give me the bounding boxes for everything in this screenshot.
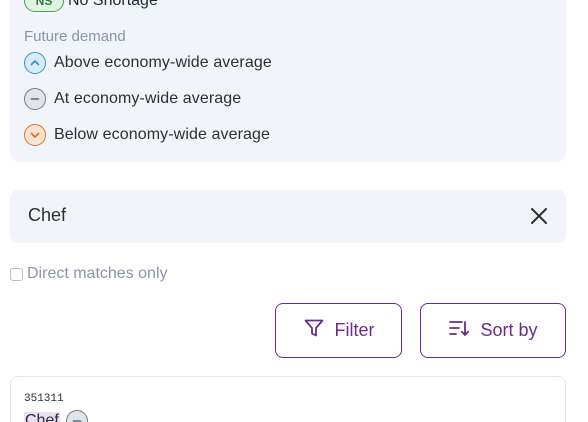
legend-item-label: At economy-wide average	[54, 90, 242, 107]
occupation-search-input[interactable]: Chef	[10, 190, 566, 243]
legend-item-label: Above economy-wide average	[54, 54, 272, 71]
legend-card: NS No Shortage Future demand Above econo…	[10, 0, 566, 162]
result-card[interactable]: 351311 Chef	[10, 376, 566, 422]
chevron-up-icon	[24, 52, 46, 74]
direct-matches-label[interactable]: Direct matches only	[27, 265, 168, 283]
filter-button[interactable]: Filter	[275, 303, 402, 358]
legend-item-below: Below economy-wide average	[24, 124, 270, 146]
minus-icon	[24, 88, 46, 110]
no-shortage-badge: NS	[24, 0, 64, 12]
no-shortage-label: No Shortage	[68, 0, 158, 9]
shortage-legend-row: NS No Shortage	[24, 0, 158, 12]
close-icon[interactable]	[526, 203, 552, 229]
occupation-code: 351311	[24, 393, 64, 405]
occupation-title[interactable]: Chef	[24, 412, 60, 422]
legend-item-label: Below economy-wide average	[54, 126, 271, 143]
sort-icon	[448, 317, 470, 344]
sort-button-label: Sort by	[480, 320, 538, 340]
future-demand-heading: Future demand	[24, 28, 126, 45]
minus-icon	[65, 410, 88, 422]
legend-item-above: Above economy-wide average	[24, 52, 272, 74]
occupation-search-panel: NS No Shortage Future demand Above econo…	[0, 0, 588, 422]
sort-button[interactable]: Sort by	[420, 303, 566, 358]
filter-button-label: Filter	[334, 320, 375, 340]
search-input-value[interactable]: Chef	[28, 205, 66, 226]
chevron-down-icon	[24, 124, 46, 146]
legend-item-at: At economy-wide average	[24, 88, 241, 110]
direct-matches-checkbox[interactable]	[10, 267, 23, 281]
filter-icon	[303, 317, 325, 344]
direct-matches-checkbox-row[interactable]: Direct matches only	[10, 265, 168, 283]
occupation-title-row: Chef	[24, 410, 88, 422]
